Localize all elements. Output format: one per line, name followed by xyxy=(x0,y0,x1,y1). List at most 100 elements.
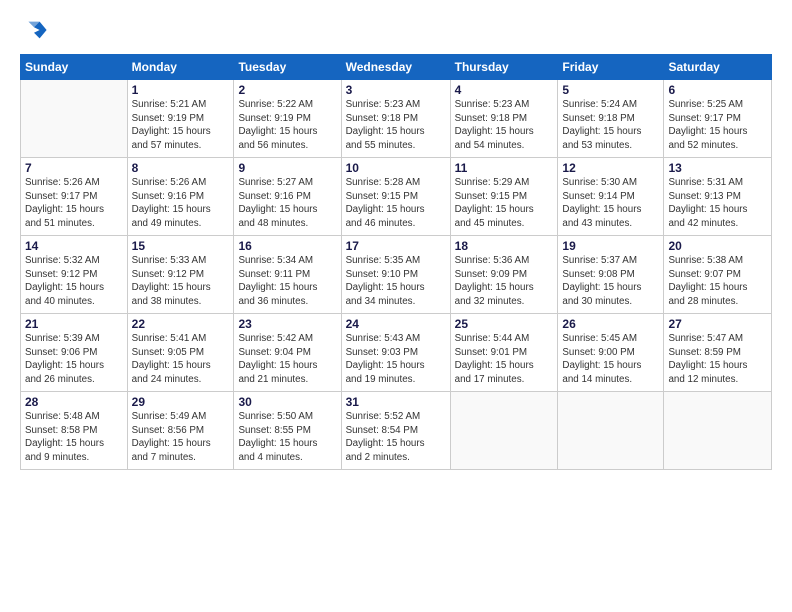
calendar-header-friday: Friday xyxy=(558,55,664,80)
calendar-cell xyxy=(664,392,772,470)
day-number: 1 xyxy=(132,83,230,97)
day-number: 18 xyxy=(455,239,554,253)
calendar-week-2: 7Sunrise: 5:26 AM Sunset: 9:17 PM Daylig… xyxy=(21,158,772,236)
calendar-cell xyxy=(21,80,128,158)
calendar-cell: 9Sunrise: 5:27 AM Sunset: 9:16 PM Daylig… xyxy=(234,158,341,236)
day-info: Sunrise: 5:38 AM Sunset: 9:07 PM Dayligh… xyxy=(668,254,767,309)
day-number: 21 xyxy=(25,317,123,331)
calendar-week-1: 1Sunrise: 5:21 AM Sunset: 9:19 PM Daylig… xyxy=(21,80,772,158)
day-number: 5 xyxy=(562,83,659,97)
day-number: 20 xyxy=(668,239,767,253)
day-info: Sunrise: 5:52 AM Sunset: 8:54 PM Dayligh… xyxy=(346,410,446,465)
calendar-week-5: 28Sunrise: 5:48 AM Sunset: 8:58 PM Dayli… xyxy=(21,392,772,470)
day-number: 4 xyxy=(455,83,554,97)
day-info: Sunrise: 5:29 AM Sunset: 9:15 PM Dayligh… xyxy=(455,176,554,231)
day-info: Sunrise: 5:34 AM Sunset: 9:11 PM Dayligh… xyxy=(238,254,336,309)
calendar-cell: 24Sunrise: 5:43 AM Sunset: 9:03 PM Dayli… xyxy=(341,314,450,392)
day-number: 14 xyxy=(25,239,123,253)
day-number: 29 xyxy=(132,395,230,409)
day-number: 8 xyxy=(132,161,230,175)
day-info: Sunrise: 5:24 AM Sunset: 9:18 PM Dayligh… xyxy=(562,98,659,153)
calendar-cell: 22Sunrise: 5:41 AM Sunset: 9:05 PM Dayli… xyxy=(127,314,234,392)
day-number: 24 xyxy=(346,317,446,331)
logo-icon xyxy=(20,16,48,44)
calendar-cell: 15Sunrise: 5:33 AM Sunset: 9:12 PM Dayli… xyxy=(127,236,234,314)
day-number: 3 xyxy=(346,83,446,97)
calendar-header-tuesday: Tuesday xyxy=(234,55,341,80)
day-info: Sunrise: 5:33 AM Sunset: 9:12 PM Dayligh… xyxy=(132,254,230,309)
day-info: Sunrise: 5:50 AM Sunset: 8:55 PM Dayligh… xyxy=(238,410,336,465)
day-number: 16 xyxy=(238,239,336,253)
day-info: Sunrise: 5:48 AM Sunset: 8:58 PM Dayligh… xyxy=(25,410,123,465)
calendar-cell: 7Sunrise: 5:26 AM Sunset: 9:17 PM Daylig… xyxy=(21,158,128,236)
day-number: 28 xyxy=(25,395,123,409)
calendar-cell: 3Sunrise: 5:23 AM Sunset: 9:18 PM Daylig… xyxy=(341,80,450,158)
calendar-cell: 16Sunrise: 5:34 AM Sunset: 9:11 PM Dayli… xyxy=(234,236,341,314)
day-number: 22 xyxy=(132,317,230,331)
calendar-cell: 14Sunrise: 5:32 AM Sunset: 9:12 PM Dayli… xyxy=(21,236,128,314)
calendar-header-sunday: Sunday xyxy=(21,55,128,80)
calendar-cell: 26Sunrise: 5:45 AM Sunset: 9:00 PM Dayli… xyxy=(558,314,664,392)
calendar-cell: 10Sunrise: 5:28 AM Sunset: 9:15 PM Dayli… xyxy=(341,158,450,236)
day-info: Sunrise: 5:22 AM Sunset: 9:19 PM Dayligh… xyxy=(238,98,336,153)
calendar-header-thursday: Thursday xyxy=(450,55,558,80)
calendar-cell: 27Sunrise: 5:47 AM Sunset: 8:59 PM Dayli… xyxy=(664,314,772,392)
day-info: Sunrise: 5:26 AM Sunset: 9:17 PM Dayligh… xyxy=(25,176,123,231)
calendar-cell: 11Sunrise: 5:29 AM Sunset: 9:15 PM Dayli… xyxy=(450,158,558,236)
calendar-header-saturday: Saturday xyxy=(664,55,772,80)
calendar-cell: 6Sunrise: 5:25 AM Sunset: 9:17 PM Daylig… xyxy=(664,80,772,158)
day-number: 10 xyxy=(346,161,446,175)
day-number: 30 xyxy=(238,395,336,409)
calendar-week-3: 14Sunrise: 5:32 AM Sunset: 9:12 PM Dayli… xyxy=(21,236,772,314)
day-info: Sunrise: 5:37 AM Sunset: 9:08 PM Dayligh… xyxy=(562,254,659,309)
day-number: 17 xyxy=(346,239,446,253)
calendar-cell: 1Sunrise: 5:21 AM Sunset: 9:19 PM Daylig… xyxy=(127,80,234,158)
calendar-cell: 17Sunrise: 5:35 AM Sunset: 9:10 PM Dayli… xyxy=(341,236,450,314)
calendar-cell: 5Sunrise: 5:24 AM Sunset: 9:18 PM Daylig… xyxy=(558,80,664,158)
day-info: Sunrise: 5:25 AM Sunset: 9:17 PM Dayligh… xyxy=(668,98,767,153)
calendar-cell: 4Sunrise: 5:23 AM Sunset: 9:18 PM Daylig… xyxy=(450,80,558,158)
day-number: 23 xyxy=(238,317,336,331)
header xyxy=(20,16,772,44)
day-number: 27 xyxy=(668,317,767,331)
day-number: 9 xyxy=(238,161,336,175)
calendar-cell: 31Sunrise: 5:52 AM Sunset: 8:54 PM Dayli… xyxy=(341,392,450,470)
calendar-header-monday: Monday xyxy=(127,55,234,80)
day-info: Sunrise: 5:42 AM Sunset: 9:04 PM Dayligh… xyxy=(238,332,336,387)
calendar-cell: 13Sunrise: 5:31 AM Sunset: 9:13 PM Dayli… xyxy=(664,158,772,236)
calendar-cell: 20Sunrise: 5:38 AM Sunset: 9:07 PM Dayli… xyxy=(664,236,772,314)
day-info: Sunrise: 5:39 AM Sunset: 9:06 PM Dayligh… xyxy=(25,332,123,387)
calendar-cell: 8Sunrise: 5:26 AM Sunset: 9:16 PM Daylig… xyxy=(127,158,234,236)
page: SundayMondayTuesdayWednesdayThursdayFrid… xyxy=(0,0,792,612)
calendar-cell: 2Sunrise: 5:22 AM Sunset: 9:19 PM Daylig… xyxy=(234,80,341,158)
day-info: Sunrise: 5:41 AM Sunset: 9:05 PM Dayligh… xyxy=(132,332,230,387)
calendar-week-4: 21Sunrise: 5:39 AM Sunset: 9:06 PM Dayli… xyxy=(21,314,772,392)
day-number: 25 xyxy=(455,317,554,331)
calendar-cell: 19Sunrise: 5:37 AM Sunset: 9:08 PM Dayli… xyxy=(558,236,664,314)
day-info: Sunrise: 5:28 AM Sunset: 9:15 PM Dayligh… xyxy=(346,176,446,231)
day-info: Sunrise: 5:30 AM Sunset: 9:14 PM Dayligh… xyxy=(562,176,659,231)
day-number: 2 xyxy=(238,83,336,97)
logo xyxy=(20,16,52,44)
day-number: 6 xyxy=(668,83,767,97)
day-number: 11 xyxy=(455,161,554,175)
day-number: 7 xyxy=(25,161,123,175)
day-info: Sunrise: 5:44 AM Sunset: 9:01 PM Dayligh… xyxy=(455,332,554,387)
day-info: Sunrise: 5:47 AM Sunset: 8:59 PM Dayligh… xyxy=(668,332,767,387)
calendar-cell xyxy=(450,392,558,470)
day-info: Sunrise: 5:23 AM Sunset: 9:18 PM Dayligh… xyxy=(455,98,554,153)
calendar-cell: 28Sunrise: 5:48 AM Sunset: 8:58 PM Dayli… xyxy=(21,392,128,470)
day-info: Sunrise: 5:36 AM Sunset: 9:09 PM Dayligh… xyxy=(455,254,554,309)
calendar-header-wednesday: Wednesday xyxy=(341,55,450,80)
day-number: 19 xyxy=(562,239,659,253)
day-number: 26 xyxy=(562,317,659,331)
day-info: Sunrise: 5:31 AM Sunset: 9:13 PM Dayligh… xyxy=(668,176,767,231)
day-info: Sunrise: 5:23 AM Sunset: 9:18 PM Dayligh… xyxy=(346,98,446,153)
day-info: Sunrise: 5:43 AM Sunset: 9:03 PM Dayligh… xyxy=(346,332,446,387)
day-info: Sunrise: 5:35 AM Sunset: 9:10 PM Dayligh… xyxy=(346,254,446,309)
calendar-cell: 30Sunrise: 5:50 AM Sunset: 8:55 PM Dayli… xyxy=(234,392,341,470)
calendar-cell: 23Sunrise: 5:42 AM Sunset: 9:04 PM Dayli… xyxy=(234,314,341,392)
calendar-cell: 21Sunrise: 5:39 AM Sunset: 9:06 PM Dayli… xyxy=(21,314,128,392)
day-info: Sunrise: 5:32 AM Sunset: 9:12 PM Dayligh… xyxy=(25,254,123,309)
calendar-cell: 12Sunrise: 5:30 AM Sunset: 9:14 PM Dayli… xyxy=(558,158,664,236)
